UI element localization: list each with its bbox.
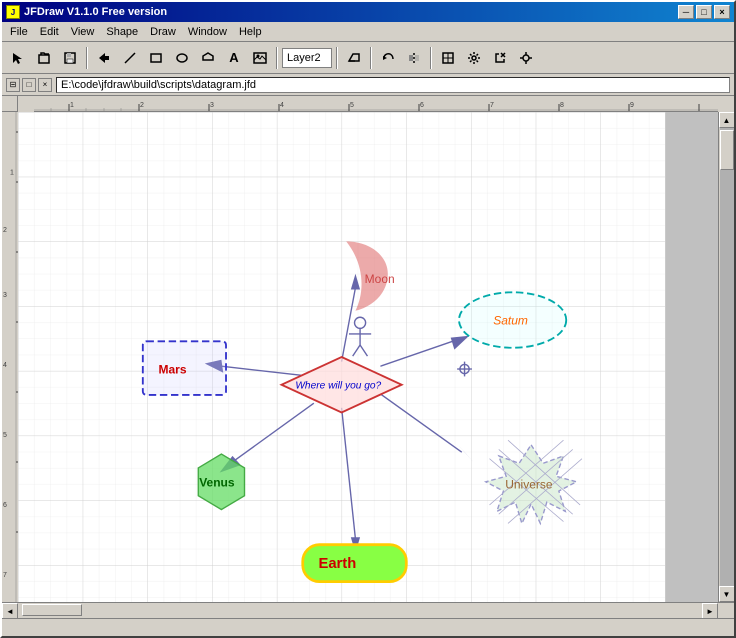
svg-text:1: 1 bbox=[70, 102, 74, 109]
svg-text:1: 1 bbox=[10, 170, 14, 177]
svg-text:6: 6 bbox=[420, 102, 424, 109]
scroll-thumb-horizontal[interactable] bbox=[22, 604, 82, 616]
svg-text:5: 5 bbox=[350, 102, 354, 109]
maximize-button[interactable]: □ bbox=[696, 5, 712, 19]
toolbar: A Layer2 bbox=[2, 42, 734, 74]
ruler-left: 1 2 3 4 5 6 7 bbox=[2, 112, 18, 602]
poly-tool[interactable] bbox=[196, 46, 220, 70]
svg-text:7: 7 bbox=[490, 102, 494, 109]
toolbar-sep3 bbox=[336, 47, 338, 69]
svg-text:3: 3 bbox=[3, 292, 7, 299]
minimize-button[interactable]: ─ bbox=[678, 5, 694, 19]
svg-text:Mars: Mars bbox=[159, 363, 187, 377]
drawing-canvas-container[interactable]: Moon Mars Satum Where will you go? Venus bbox=[18, 112, 718, 602]
arrow-tool[interactable] bbox=[92, 46, 116, 70]
menu-file[interactable]: File bbox=[4, 24, 34, 40]
main-window: J JFDraw V1.1.0 Free version ─ □ × File … bbox=[0, 0, 736, 638]
menu-edit[interactable]: Edit bbox=[34, 24, 65, 40]
menu-window[interactable]: Window bbox=[182, 24, 233, 40]
ruler-corner bbox=[2, 96, 18, 112]
scroll-up-button[interactable]: ▲ bbox=[719, 112, 735, 128]
menu-shape[interactable]: Shape bbox=[100, 24, 144, 40]
rect-tool[interactable] bbox=[144, 46, 168, 70]
ruler-top: 1 2 3 4 5 6 7 8 bbox=[34, 96, 718, 112]
doc-max-btn[interactable]: □ bbox=[22, 78, 36, 92]
svg-text:Earth: Earth bbox=[318, 556, 356, 572]
doc-path-text: E:\code\jfdraw\build\scripts\datagram.jf… bbox=[61, 79, 256, 91]
toolbar-sep2 bbox=[276, 47, 278, 69]
svg-text:Venus: Venus bbox=[199, 475, 235, 489]
svg-text:3: 3 bbox=[210, 102, 214, 109]
scrollbar-corner bbox=[718, 603, 734, 618]
svg-text:2: 2 bbox=[140, 102, 144, 109]
window-title: JFDraw V1.1.0 Free version bbox=[24, 6, 167, 18]
doc-restore-btn[interactable]: ⊟ bbox=[6, 78, 20, 92]
eraser-tool[interactable] bbox=[342, 46, 366, 70]
doc-controls: ⊟ □ × bbox=[6, 78, 52, 92]
snap-tool[interactable] bbox=[514, 46, 538, 70]
scrollbar-horizontal-container: ◄ ► bbox=[2, 602, 734, 618]
scroll-track-vertical[interactable] bbox=[720, 128, 734, 586]
settings-tool[interactable] bbox=[462, 46, 486, 70]
close-button[interactable]: × bbox=[714, 5, 730, 19]
image-tool[interactable] bbox=[248, 46, 272, 70]
menu-bar: File Edit View Shape Draw Window Help bbox=[2, 22, 734, 42]
scroll-down-button[interactable]: ▼ bbox=[719, 586, 735, 602]
ellipse-tool[interactable] bbox=[170, 46, 194, 70]
doc-titlebar: ⊟ □ × E:\code\jfdraw\build\scripts\datag… bbox=[2, 74, 734, 96]
undo-tool[interactable] bbox=[376, 46, 400, 70]
select-tool[interactable] bbox=[6, 46, 30, 70]
scrollbar-vertical[interactable]: ▲ ▼ bbox=[718, 112, 734, 602]
diagram-svg: Moon Mars Satum Where will you go? Venus bbox=[18, 112, 718, 602]
scroll-thumb-vertical[interactable] bbox=[720, 130, 734, 170]
title-bar: J JFDraw V1.1.0 Free version ─ □ × bbox=[2, 2, 734, 22]
svg-text:Moon: Moon bbox=[365, 272, 395, 286]
doc-filepath: E:\code\jfdraw\build\scripts\datagram.jf… bbox=[56, 77, 730, 93]
svg-text:8: 8 bbox=[560, 102, 564, 109]
svg-text:4: 4 bbox=[3, 362, 7, 369]
ruler-right-corner bbox=[718, 96, 734, 112]
scroll-left-button[interactable]: ◄ bbox=[2, 603, 18, 618]
svg-text:9: 9 bbox=[630, 102, 634, 109]
svg-text:Where will you go?: Where will you go? bbox=[295, 380, 381, 391]
status-bar bbox=[2, 618, 734, 636]
line-tool[interactable] bbox=[118, 46, 142, 70]
scrollbar-horizontal-track[interactable] bbox=[18, 603, 702, 618]
flip-h-tool[interactable] bbox=[402, 46, 426, 70]
toolbar-sep1 bbox=[86, 47, 88, 69]
app-icon: J bbox=[6, 5, 20, 19]
grid-tool[interactable] bbox=[436, 46, 460, 70]
toolbar-sep4 bbox=[370, 47, 372, 69]
scroll-right-button[interactable]: ► bbox=[702, 603, 718, 618]
menu-help[interactable]: Help bbox=[233, 24, 268, 40]
svg-text:5: 5 bbox=[3, 432, 7, 439]
canvas-wrapper: 1 2 3 4 5 6 7 8 bbox=[2, 96, 734, 618]
layer-selector[interactable]: Layer2 bbox=[282, 48, 332, 68]
canvas-main-row: 1 2 3 4 5 6 7 bbox=[2, 112, 734, 602]
svg-text:Universe: Universe bbox=[505, 477, 553, 491]
menu-view[interactable]: View bbox=[65, 24, 101, 40]
open-tool[interactable] bbox=[32, 46, 56, 70]
doc-close-btn[interactable]: × bbox=[38, 78, 52, 92]
title-buttons: ─ □ × bbox=[678, 5, 730, 19]
text-tool[interactable]: A bbox=[222, 46, 246, 70]
svg-text:2: 2 bbox=[3, 227, 7, 234]
svg-text:7: 7 bbox=[3, 572, 7, 579]
svg-text:6: 6 bbox=[3, 502, 7, 509]
document-area: ⊟ □ × E:\code\jfdraw\build\scripts\datag… bbox=[2, 74, 734, 618]
title-bar-left: J JFDraw V1.1.0 Free version bbox=[6, 5, 167, 19]
save-tool[interactable] bbox=[58, 46, 82, 70]
svg-text:4: 4 bbox=[280, 102, 284, 109]
svg-text:Satum: Satum bbox=[493, 314, 528, 328]
menu-draw[interactable]: Draw bbox=[144, 24, 182, 40]
zoom-tool[interactable] bbox=[488, 46, 512, 70]
toolbar-sep5 bbox=[430, 47, 432, 69]
